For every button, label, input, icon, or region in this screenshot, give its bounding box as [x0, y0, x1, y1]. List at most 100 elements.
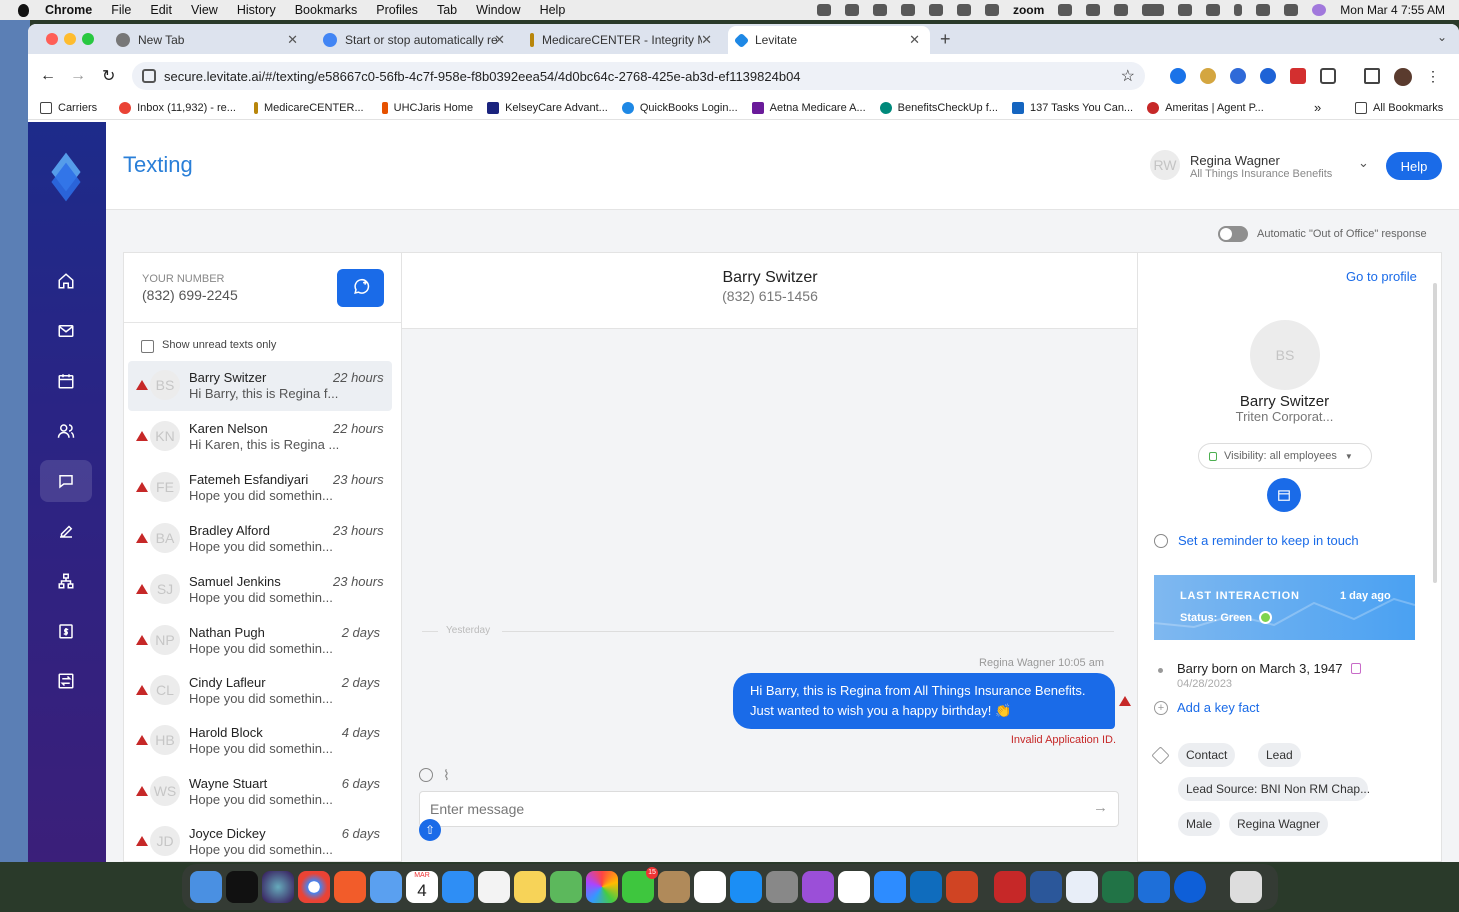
clock[interactable]: Mon Mar 4 7:55 AM: [1340, 3, 1445, 17]
bookmark-ameritas[interactable]: Ameritas | Agent P...: [1147, 101, 1264, 114]
bookmark-benefitscheckup[interactable]: BenefitsCheckUp f...: [879, 101, 998, 114]
notes-icon[interactable]: [514, 871, 546, 903]
menu-history[interactable]: History: [237, 3, 276, 17]
chrome-dock-icon[interactable]: [298, 871, 330, 903]
user-switch-icon[interactable]: [1206, 4, 1221, 16]
extension-icon[interactable]: [1200, 68, 1216, 84]
address-bar[interactable]: secure.levitate.ai/#/texting/e58667c0-56…: [132, 62, 1145, 90]
new-tab-icon[interactable]: +: [940, 29, 951, 50]
trash-icon[interactable]: [1230, 871, 1262, 903]
tab-new-tab[interactable]: New Tab ✕: [108, 26, 308, 54]
levitate-logo[interactable]: [48, 152, 84, 202]
pdf-extension-icon[interactable]: [1290, 68, 1306, 84]
message-bubble[interactable]: Hi Barry, this is Regina from All Things…: [733, 673, 1115, 729]
close-tab-icon[interactable]: ✕: [494, 32, 505, 48]
zoom-extension-icon[interactable]: [1260, 68, 1276, 84]
menu-profiles[interactable]: Profiles: [376, 3, 418, 17]
url-text[interactable]: secure.levitate.ai/#/texting/e58667c0-56…: [164, 69, 801, 84]
search-screen-icon[interactable]: [984, 4, 999, 16]
profile-scrollbar[interactable]: [1433, 283, 1437, 583]
bookmark-medicarecenter[interactable]: MedicareCENTER...: [253, 101, 364, 114]
profile-avatar-icon[interactable]: [1394, 68, 1412, 86]
send-arrow-icon[interactable]: →: [1093, 799, 1108, 816]
emoji-icon[interactable]: [419, 768, 433, 782]
tag-lead-source[interactable]: Lead Source: BNI Non RM Chap...: [1178, 777, 1370, 801]
nav-email[interactable]: [40, 310, 92, 352]
freeform-icon[interactable]: [838, 871, 870, 903]
screenshot-icon[interactable]: [1058, 4, 1073, 16]
control-center-icon[interactable]: [1284, 4, 1299, 16]
windows-icon[interactable]: [1086, 4, 1101, 16]
upgrade-arrow-icon[interactable]: ⇧: [419, 819, 441, 841]
menu-dots-icon[interactable]: ⋮: [1426, 68, 1440, 86]
photos-icon[interactable]: [586, 871, 618, 903]
bookmark-star-icon[interactable]: ☆: [1121, 66, 1135, 86]
mail-m-icon[interactable]: [956, 4, 971, 16]
contacts-dock-icon[interactable]: [658, 871, 690, 903]
wifi-icon[interactable]: [1178, 4, 1193, 16]
dashboard-icon[interactable]: [900, 4, 915, 16]
nav-texting[interactable]: [40, 460, 92, 502]
acrobat-icon[interactable]: [994, 871, 1026, 903]
tag-owner[interactable]: Regina Wagner: [1229, 812, 1328, 836]
siri-icon[interactable]: [1312, 4, 1327, 16]
help-button[interactable]: Help: [1386, 152, 1442, 180]
set-reminder-link[interactable]: Set a reminder to keep in touch: [1178, 533, 1359, 548]
add-key-fact-link[interactable]: Add a key fact: [1177, 700, 1259, 715]
preview-icon[interactable]: [1066, 871, 1098, 903]
puzzle-icon[interactable]: [1320, 68, 1336, 84]
nav-contacts[interactable]: [40, 410, 92, 452]
bookmark-carriers[interactable]: Carriers: [40, 101, 97, 114]
calendar-dock-icon[interactable]: MAR 4: [406, 871, 438, 903]
all-bookmarks[interactable]: All Bookmarks: [1355, 101, 1443, 114]
app-store-icon[interactable]: [730, 871, 762, 903]
visibility-dropdown[interactable]: Visibility: all employees ▼: [1198, 443, 1372, 469]
bookmark-aetna[interactable]: Aetna Medicare A...: [751, 101, 866, 114]
menu-bookmarks[interactable]: Bookmarks: [295, 3, 358, 17]
finder-icon[interactable]: [190, 871, 222, 903]
bookmark-kelseycare[interactable]: KelseyCare Advant...: [487, 101, 608, 114]
bookmark-137-tasks[interactable]: 137 Tasks You Can...: [1011, 101, 1133, 114]
brave-icon[interactable]: [334, 871, 366, 903]
tag-lead[interactable]: Lead: [1258, 743, 1301, 767]
nav-calendar[interactable]: [40, 360, 92, 402]
unread-only-checkbox[interactable]: [141, 340, 154, 353]
attach-paperclip-icon[interactable]: ⌇: [443, 767, 450, 784]
new-conversation-button[interactable]: [337, 269, 384, 307]
back-icon[interactable]: ←: [40, 67, 56, 85]
zoom-dock-icon[interactable]: [874, 871, 906, 903]
user-menu-chevron-icon[interactable]: ⌄: [1358, 155, 1369, 171]
bookmark-inbox[interactable]: Inbox (11,932) - re...: [119, 101, 236, 114]
battery-icon[interactable]: [1142, 4, 1165, 16]
site-info-icon[interactable]: [142, 69, 156, 83]
teamviewer-icon[interactable]: [1174, 871, 1206, 903]
forward-icon[interactable]: →: [70, 67, 86, 85]
nav-compose[interactable]: [40, 510, 92, 552]
conversation-item[interactable]: CL Cindy Lafleur Hope you did somethin..…: [128, 666, 392, 716]
time-machine-icon[interactable]: [1114, 4, 1129, 16]
minimize-window-button[interactable]: [64, 33, 76, 45]
apple-tv-icon[interactable]: [226, 871, 258, 903]
nav-reports[interactable]: [40, 660, 92, 702]
messages-icon[interactable]: 15: [622, 867, 658, 903]
conversation-item[interactable]: BS Barry Switzer Hi Barry, this is Regin…: [128, 361, 392, 411]
close-tab-icon[interactable]: ✕: [287, 32, 298, 48]
key-fact[interactable]: Barry born on March 3, 1947: [1177, 661, 1342, 676]
podcasts-icon[interactable]: [802, 871, 834, 903]
news-icon[interactable]: [694, 871, 726, 903]
menu-file[interactable]: File: [111, 3, 131, 17]
conversation-item[interactable]: BA Bradley Alford Hope you did somethin.…: [128, 514, 392, 564]
conversation-item[interactable]: HB Harold Block Hope you did somethin...…: [128, 716, 392, 766]
cloud-icon[interactable]: [816, 4, 831, 16]
tag-contact[interactable]: Contact: [1178, 743, 1236, 767]
message-input[interactable]: Enter message →: [419, 791, 1119, 827]
nav-home[interactable]: [40, 260, 92, 302]
apple-icon[interactable]: [18, 3, 29, 17]
zoom-window-button[interactable]: [82, 33, 94, 45]
outlook-icon[interactable]: [910, 871, 942, 903]
chat-contact-name[interactable]: Barry Switzer: [402, 269, 1138, 287]
tag-male[interactable]: Male: [1178, 812, 1221, 836]
conversation-item[interactable]: JD Joyce Dickey Hope you did somethin...…: [128, 817, 392, 861]
conversation-item[interactable]: NP Nathan Pugh Hope you did somethin... …: [128, 616, 392, 666]
close-window-button[interactable]: [46, 33, 58, 45]
